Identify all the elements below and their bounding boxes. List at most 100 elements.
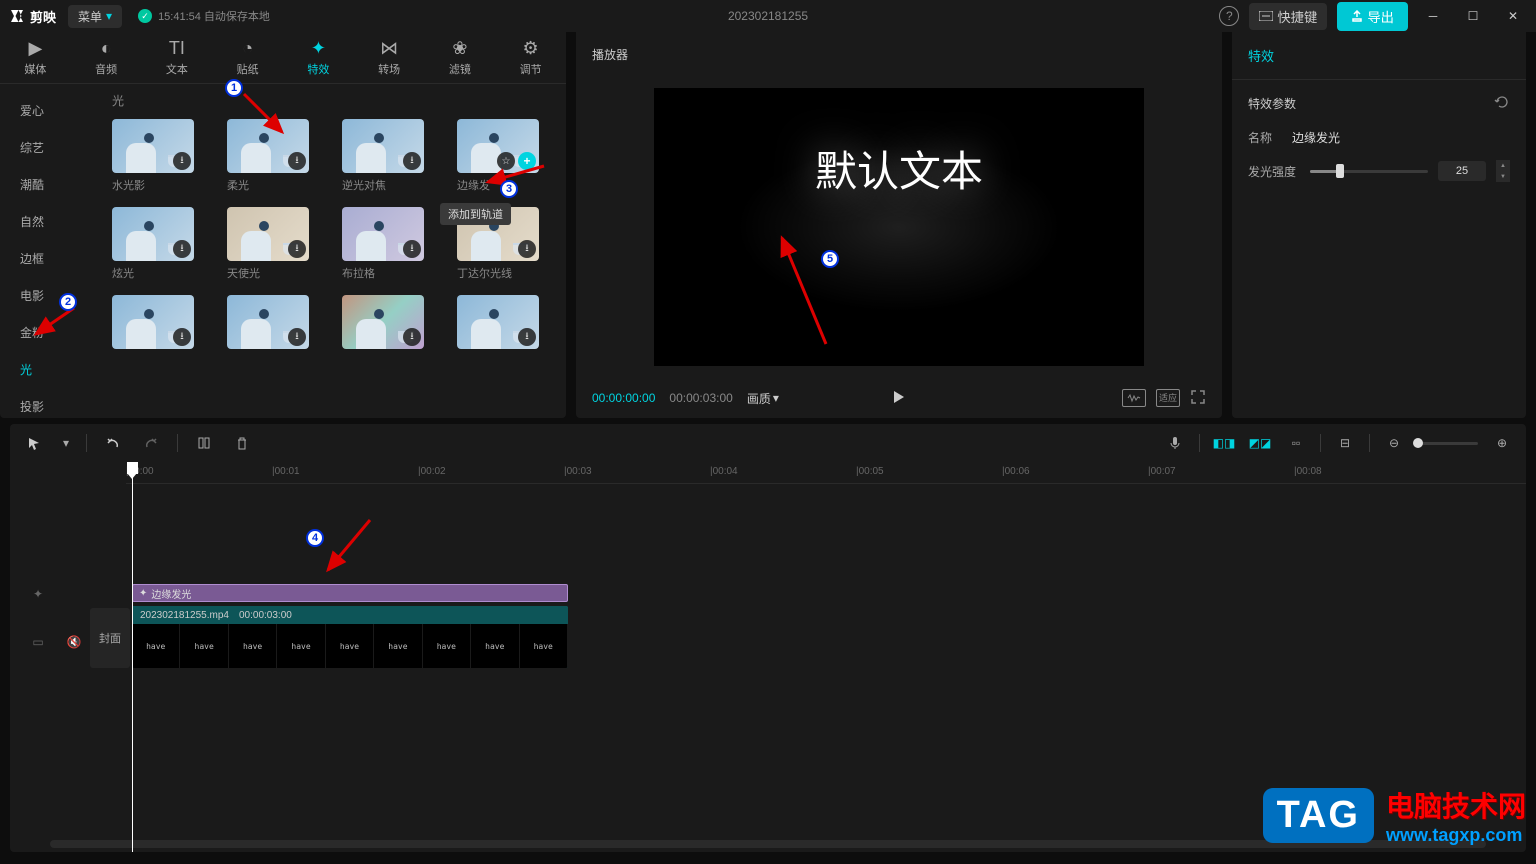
- download-button[interactable]: ⭳: [288, 328, 306, 346]
- effect-item[interactable]: ⭳炫光: [112, 207, 209, 281]
- tab-3[interactable]: ◔贴纸: [212, 32, 283, 83]
- export-button[interactable]: 导出: [1337, 2, 1408, 31]
- effect-thumbnail[interactable]: ⭳: [457, 295, 539, 349]
- download-button[interactable]: ⭳: [173, 240, 191, 258]
- tab-2[interactable]: TI文本: [142, 32, 213, 83]
- play-button[interactable]: [891, 389, 907, 408]
- download-button[interactable]: ⭳: [518, 240, 536, 258]
- video-clip[interactable]: 202302181255.mp4 00:00:03:00 havehavehav…: [132, 606, 568, 668]
- effect-item[interactable]: ☆+边缘发: [457, 119, 554, 193]
- favorite-button[interactable]: ☆: [497, 152, 515, 170]
- zoom-in[interactable]: ⊕: [1490, 431, 1514, 455]
- download-button[interactable]: ⭳: [403, 240, 421, 258]
- effect-thumbnail[interactable]: ⭳: [227, 207, 309, 261]
- category-item[interactable]: 边框: [0, 240, 100, 277]
- magnet-3[interactable]: ▫▫: [1284, 431, 1308, 455]
- split-button[interactable]: [192, 431, 216, 455]
- shortcut-button[interactable]: 快捷键: [1249, 3, 1327, 30]
- download-button[interactable]: ⭳: [173, 328, 191, 346]
- playhead[interactable]: [132, 462, 133, 852]
- align-button[interactable]: ⊟: [1333, 431, 1357, 455]
- effect-item[interactable]: ⭳水光影: [112, 119, 209, 193]
- tab-1[interactable]: ◐音频: [71, 32, 142, 83]
- slider-thumb[interactable]: [1336, 164, 1344, 178]
- zoom-slider[interactable]: [1418, 442, 1478, 445]
- tab-5[interactable]: ⋈转场: [354, 32, 425, 83]
- timeline-scrollbar[interactable]: [50, 840, 1486, 848]
- effect-thumbnail[interactable]: ⭳: [112, 119, 194, 173]
- frame-thumb: have: [374, 624, 422, 668]
- download-button[interactable]: ⭳: [173, 152, 191, 170]
- effect-thumbnail[interactable]: ⭳: [227, 295, 309, 349]
- category-item[interactable]: 投影: [0, 388, 100, 418]
- tab-4[interactable]: ✦特效: [283, 32, 354, 83]
- quality-selector[interactable]: 画质 ▾: [747, 390, 779, 407]
- download-button[interactable]: ⭳: [288, 240, 306, 258]
- lock-track-button[interactable]: ▭: [28, 632, 48, 652]
- tooltip: 添加到轨道: [440, 203, 511, 225]
- effect-clip[interactable]: ✦ 边缘发光: [132, 584, 568, 602]
- glow-value-input[interactable]: [1438, 161, 1486, 181]
- effect-item[interactable]: ⭳ 柔光: [227, 119, 324, 193]
- mic-button[interactable]: [1163, 431, 1187, 455]
- effect-thumbnail[interactable]: ⭳: [112, 207, 194, 261]
- effect-item[interactable]: ⭳: [112, 295, 209, 353]
- effect-item[interactable]: ⭳布拉格: [342, 207, 439, 281]
- effect-thumbnail[interactable]: ⭳: [342, 119, 424, 173]
- download-button[interactable]: ⭳: [403, 328, 421, 346]
- maximize-button[interactable]: ☐: [1458, 1, 1488, 31]
- effect-thumbnail[interactable]: ⭳: [342, 295, 424, 349]
- effect-item[interactable]: ⭳: [342, 295, 439, 353]
- category-item[interactable]: 金粉: [0, 314, 100, 351]
- effect-thumbnail[interactable]: ☆+: [457, 119, 539, 173]
- tab-7[interactable]: ⚙调节: [495, 32, 566, 83]
- mute-track-button[interactable]: 🔇: [64, 632, 84, 652]
- zoom-out[interactable]: ⊖: [1382, 431, 1406, 455]
- glow-slider[interactable]: [1310, 170, 1428, 173]
- effect-thumbnail[interactable]: ⭳: [342, 207, 424, 261]
- redo-button[interactable]: [139, 431, 163, 455]
- tab-6[interactable]: ❀滤镜: [425, 32, 496, 83]
- magnet-1[interactable]: ◧◨: [1212, 431, 1236, 455]
- autosave-text: 15:41:54 自动保存本地: [158, 8, 270, 24]
- category-item[interactable]: 光: [0, 351, 100, 388]
- category-item[interactable]: 电影: [0, 277, 100, 314]
- help-button[interactable]: ?: [1219, 6, 1239, 26]
- category-item[interactable]: 爱心: [0, 92, 100, 129]
- tool-dropdown[interactable]: ▾: [60, 431, 72, 455]
- download-button[interactable]: ⭳: [518, 328, 536, 346]
- magnet-2[interactable]: ◩◪: [1248, 431, 1272, 455]
- effect-item[interactable]: ⭳: [227, 295, 324, 353]
- category-item[interactable]: 潮酷: [0, 166, 100, 203]
- cover-button[interactable]: 封面: [90, 608, 130, 668]
- menu-button[interactable]: 菜单 ▾: [68, 5, 122, 28]
- minimize-button[interactable]: ─: [1418, 1, 1448, 31]
- effect-item[interactable]: ⭳: [457, 295, 554, 353]
- effect-track-toggle[interactable]: ✦: [28, 584, 48, 604]
- close-button[interactable]: ✕: [1498, 1, 1528, 31]
- timeline-ruler[interactable]: |00:00|00:01|00:02|00:03|00:04|00:05|00:…: [126, 462, 1526, 484]
- reset-button[interactable]: [1494, 94, 1510, 113]
- video-canvas[interactable]: 默认文本: [654, 88, 1144, 366]
- pointer-tool[interactable]: [22, 431, 46, 455]
- effect-item[interactable]: ⭳天使光: [227, 207, 324, 281]
- effect-item[interactable]: ⭳逆光对焦: [342, 119, 439, 193]
- fullscreen-button[interactable]: [1190, 389, 1206, 408]
- effect-name: 柔光: [227, 177, 324, 193]
- category-item[interactable]: 综艺: [0, 129, 100, 166]
- delete-button[interactable]: [230, 431, 254, 455]
- spin-down[interactable]: ▼: [1496, 171, 1510, 182]
- props-tab-effects[interactable]: 特效: [1232, 32, 1526, 80]
- spin-up[interactable]: ▲: [1496, 160, 1510, 171]
- undo-button[interactable]: [101, 431, 125, 455]
- effect-thumbnail[interactable]: ⭳: [112, 295, 194, 349]
- tab-0[interactable]: ▶媒体: [0, 32, 71, 83]
- download-button[interactable]: ⭳: [403, 152, 421, 170]
- add-to-track-button[interactable]: +: [518, 152, 536, 170]
- category-item[interactable]: 自然: [0, 203, 100, 240]
- playhead-handle[interactable]: [127, 462, 138, 474]
- ratio-selector[interactable]: 适应: [1156, 389, 1180, 407]
- waveform-toggle[interactable]: [1122, 389, 1146, 407]
- effect-thumbnail[interactable]: ⭳: [227, 119, 309, 173]
- download-button[interactable]: ⭳: [288, 152, 306, 170]
